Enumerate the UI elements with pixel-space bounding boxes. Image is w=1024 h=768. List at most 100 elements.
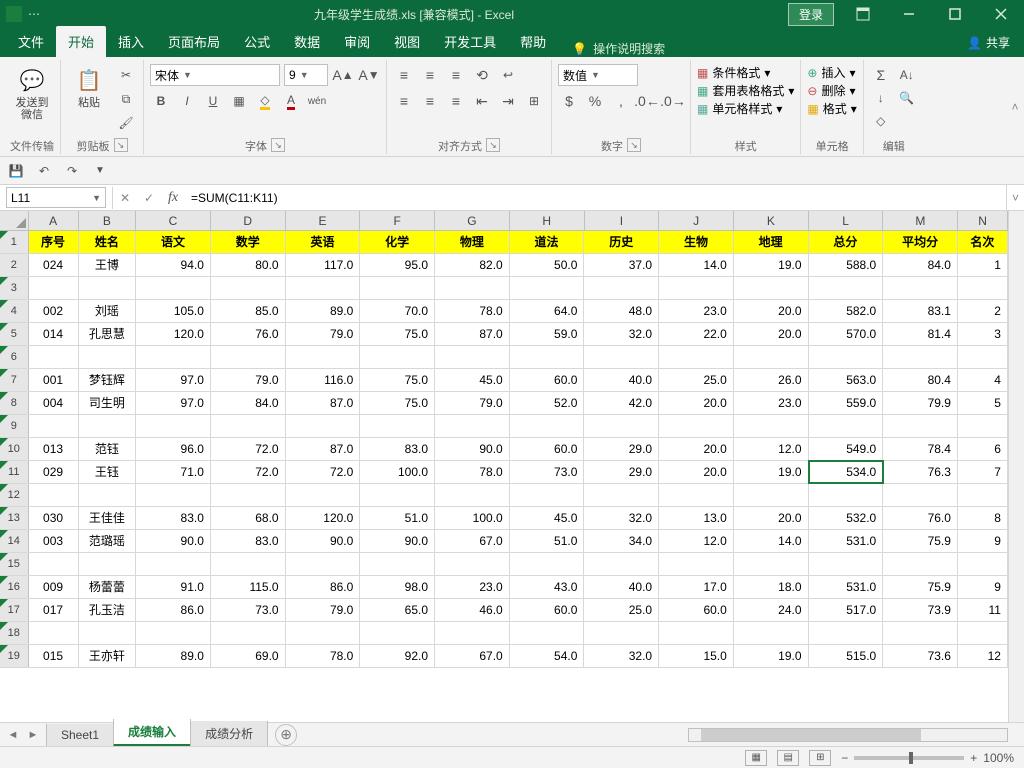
cell[interactable]: 34.0 — [584, 530, 659, 552]
col-header[interactable]: L — [809, 211, 884, 230]
save-button[interactable]: 💾 — [6, 161, 26, 181]
row-header[interactable]: 9 — [0, 415, 29, 437]
cell[interactable] — [360, 553, 435, 575]
tab-insert[interactable]: 插入 — [106, 26, 156, 57]
col-header[interactable]: I — [585, 211, 660, 230]
cell[interactable]: 9 — [958, 530, 1008, 552]
cell[interactable]: 531.0 — [809, 576, 884, 598]
cell[interactable]: 96.0 — [136, 438, 211, 460]
cell[interactable] — [659, 484, 734, 506]
cell[interactable]: 生物 — [659, 231, 734, 253]
cell[interactable]: 002 — [29, 300, 79, 322]
cell[interactable]: 87.0 — [435, 323, 510, 345]
cell[interactable]: 平均分 — [883, 231, 958, 253]
cell[interactable] — [29, 622, 79, 644]
cell[interactable] — [659, 622, 734, 644]
vertical-scrollbar[interactable] — [1008, 211, 1024, 722]
cell[interactable] — [809, 277, 884, 299]
cell[interactable] — [958, 553, 1008, 575]
cell[interactable]: 015 — [29, 645, 79, 667]
align-middle-button[interactable]: ≡ — [419, 64, 441, 86]
cell[interactable]: 50.0 — [510, 254, 585, 276]
clipboard-launcher[interactable]: ↘ — [114, 138, 128, 152]
row-header[interactable]: 6 — [0, 346, 29, 368]
share-button[interactable]: 👤共享 — [953, 28, 1024, 57]
cell[interactable] — [211, 553, 286, 575]
add-sheet-button[interactable]: ⊕ — [275, 724, 297, 746]
cell[interactable]: 91.0 — [136, 576, 211, 598]
cell[interactable]: 79.0 — [211, 369, 286, 391]
cell[interactable] — [958, 277, 1008, 299]
row-header[interactable]: 11 — [0, 461, 29, 483]
cell[interactable] — [79, 277, 137, 299]
cell[interactable]: 79.0 — [286, 599, 361, 621]
cell[interactable] — [360, 622, 435, 644]
cell[interactable] — [734, 553, 809, 575]
cell[interactable]: 78.0 — [286, 645, 361, 667]
grow-font-button[interactable]: A▲ — [332, 64, 354, 86]
cell[interactable]: 68.0 — [211, 507, 286, 529]
fill-button[interactable]: ↓ — [870, 87, 892, 109]
cell[interactable]: 84.0 — [883, 254, 958, 276]
cell[interactable] — [360, 346, 435, 368]
copy-button[interactable]: ⧉ — [115, 88, 137, 110]
cell[interactable]: 孔玉洁 — [79, 599, 137, 621]
undo-button[interactable]: ↶ — [34, 161, 54, 181]
tab-dev[interactable]: 开发工具 — [432, 26, 508, 57]
col-header[interactable]: A — [29, 211, 79, 230]
tab-formulas[interactable]: 公式 — [232, 26, 282, 57]
zoom-in-button[interactable]: + — [970, 751, 977, 765]
cell[interactable]: 23.0 — [435, 576, 510, 598]
minimize-icon[interactable] — [886, 0, 932, 28]
cell[interactable]: 004 — [29, 392, 79, 414]
find-button[interactable]: 🔍 — [896, 87, 918, 109]
cell[interactable] — [136, 346, 211, 368]
cell[interactable]: 97.0 — [136, 369, 211, 391]
col-header[interactable]: K — [734, 211, 809, 230]
collapse-ribbon-button[interactable]: ˄ — [1006, 57, 1024, 157]
cell[interactable]: 42.0 — [584, 392, 659, 414]
cell[interactable]: 3 — [958, 323, 1008, 345]
cell[interactable]: 20.0 — [659, 392, 734, 414]
cell[interactable]: 531.0 — [809, 530, 884, 552]
cell[interactable] — [136, 415, 211, 437]
cell[interactable]: 71.0 — [136, 461, 211, 483]
cell[interactable] — [136, 484, 211, 506]
bold-button[interactable]: B — [150, 90, 172, 112]
row-header[interactable]: 13 — [0, 507, 29, 529]
cell[interactable]: 120.0 — [136, 323, 211, 345]
cell[interactable]: 90.0 — [286, 530, 361, 552]
cell[interactable] — [360, 415, 435, 437]
cell[interactable] — [659, 553, 734, 575]
row-header[interactable]: 16 — [0, 576, 29, 598]
align-launcher[interactable]: ↘ — [486, 138, 500, 152]
login-button[interactable]: 登录 — [788, 3, 834, 26]
cell[interactable]: 范钰 — [79, 438, 137, 460]
cell[interactable]: 001 — [29, 369, 79, 391]
cell[interactable]: 梦钰辉 — [79, 369, 137, 391]
row-header[interactable]: 12 — [0, 484, 29, 506]
cell[interactable] — [286, 553, 361, 575]
cell[interactable]: 45.0 — [510, 507, 585, 529]
cell[interactable]: 017 — [29, 599, 79, 621]
cell[interactable]: 语文 — [136, 231, 211, 253]
cell[interactable] — [435, 553, 510, 575]
cell[interactable]: 570.0 — [809, 323, 884, 345]
cell[interactable]: 517.0 — [809, 599, 884, 621]
cell[interactable]: 23.0 — [659, 300, 734, 322]
cell[interactable]: 69.0 — [211, 645, 286, 667]
cell[interactable] — [136, 277, 211, 299]
row-header[interactable]: 10 — [0, 438, 29, 460]
cell[interactable]: 75.9 — [883, 576, 958, 598]
cell[interactable] — [79, 622, 137, 644]
cell[interactable] — [79, 346, 137, 368]
name-box[interactable]: L11▼ — [6, 187, 106, 208]
cell[interactable]: 92.0 — [360, 645, 435, 667]
tab-file[interactable]: 文件 — [6, 26, 56, 57]
cell[interactable] — [510, 277, 585, 299]
number-format-combo[interactable]: 数值▼ — [558, 64, 638, 86]
font-color-button[interactable]: A — [280, 90, 302, 112]
row-header[interactable]: 4 — [0, 300, 29, 322]
cell[interactable]: 12.0 — [734, 438, 809, 460]
cell[interactable]: 26.0 — [734, 369, 809, 391]
